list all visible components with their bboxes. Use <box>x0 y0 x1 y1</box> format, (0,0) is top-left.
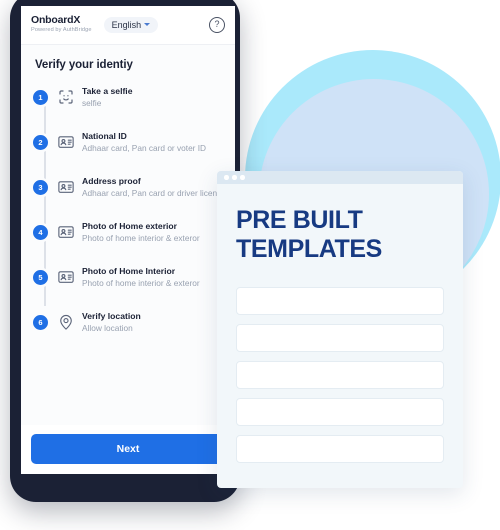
step-title: Address proof <box>82 176 141 186</box>
templates-heading: PRE BUILT TEMPLATES <box>236 206 382 263</box>
phone-screen: OnboardX Powered by AuthBridge English ?… <box>21 6 235 474</box>
step-description: selfie <box>82 98 102 108</box>
id-card-icon <box>57 223 75 241</box>
step-text: National ID Adhaar card, Pan card or vot… <box>82 130 223 155</box>
language-selector[interactable]: English <box>103 16 159 33</box>
step-description: Photo of home interior & exteror <box>82 278 200 288</box>
face-scan-icon <box>57 88 75 106</box>
brand-tagline: Powered by AuthBridge <box>31 27 92 33</box>
step-description: Photo of home interior & exteror <box>82 233 200 243</box>
step-text: Photo of Home exterior Photo of home int… <box>82 220 223 245</box>
verification-steps-list: 1 Take a selfie selfie 2 National ID Adh… <box>33 85 223 336</box>
step-title: National ID <box>82 131 127 141</box>
step-item[interactable]: 1 Take a selfie selfie <box>33 85 223 111</box>
step-number-badge: 2 <box>33 135 48 150</box>
chevron-down-icon <box>144 23 151 26</box>
template-field-3[interactable] <box>236 361 444 389</box>
window-titlebar <box>217 171 463 184</box>
window-dot-minimize-icon[interactable] <box>232 175 237 180</box>
step-text: Address proof Adhaar card, Pan card or d… <box>82 175 223 200</box>
next-button[interactable]: Next <box>31 434 225 464</box>
step-item[interactable]: 3 Address proof Adhaar card, Pan card or… <box>33 175 223 201</box>
step-number-badge: 5 <box>33 270 48 285</box>
step-item[interactable]: 5 Photo of Home Interior Photo of home i… <box>33 265 223 291</box>
step-description: Adhaar card, Pan card or driver licen <box>82 188 218 198</box>
template-field-1[interactable] <box>236 287 444 315</box>
step-title: Photo of Home exterior <box>82 221 178 231</box>
window-content: PRE BUILT TEMPLATES <box>217 184 463 488</box>
step-title: Photo of Home Interior <box>82 266 176 276</box>
id-card-icon <box>57 178 75 196</box>
window-dot-close-icon[interactable] <box>224 175 229 180</box>
step-description: Allow location <box>82 323 133 333</box>
window-dot-maximize-icon[interactable] <box>240 175 245 180</box>
phone-mockup: OnboardX Powered by AuthBridge English ?… <box>10 0 240 502</box>
location-pin-icon <box>57 313 75 331</box>
language-selector-value: English <box>111 19 142 30</box>
template-field-4[interactable] <box>236 398 444 426</box>
step-text: Verify location Allow location <box>82 310 223 335</box>
template-field-5[interactable] <box>236 435 444 463</box>
step-number-badge: 6 <box>33 315 48 330</box>
step-number-badge: 1 <box>33 90 48 105</box>
template-field-2[interactable] <box>236 324 444 352</box>
app-header: OnboardX Powered by AuthBridge English ? <box>21 6 235 45</box>
brand-name: OnboardX <box>31 14 81 26</box>
id-card-icon <box>57 133 75 151</box>
page-title: Verify your identiy <box>35 59 133 71</box>
templates-window: PRE BUILT TEMPLATES <box>217 171 463 488</box>
id-card-icon <box>57 268 75 286</box>
step-item[interactable]: 6 Verify location Allow location <box>33 310 223 336</box>
step-text: Photo of Home Interior Photo of home int… <box>82 265 223 290</box>
step-title: Verify location <box>82 311 141 321</box>
step-item[interactable]: 4 Photo of Home exterior Photo of home i… <box>33 220 223 246</box>
step-description: Adhaar card, Pan card or voter ID <box>82 143 207 153</box>
step-number-badge: 4 <box>33 225 48 240</box>
step-text: Take a selfie selfie <box>82 85 223 110</box>
step-item[interactable]: 2 National ID Adhaar card, Pan card or v… <box>33 130 223 156</box>
app-body: Verify your identiy 1 Take a selfie self… <box>21 45 235 425</box>
step-title: Take a selfie <box>82 86 133 96</box>
help-icon[interactable]: ? <box>209 16 225 33</box>
step-number-badge: 3 <box>33 180 48 195</box>
brand-logo: OnboardX Powered by AuthBridge <box>31 14 92 35</box>
app-footer: Next <box>21 425 235 474</box>
